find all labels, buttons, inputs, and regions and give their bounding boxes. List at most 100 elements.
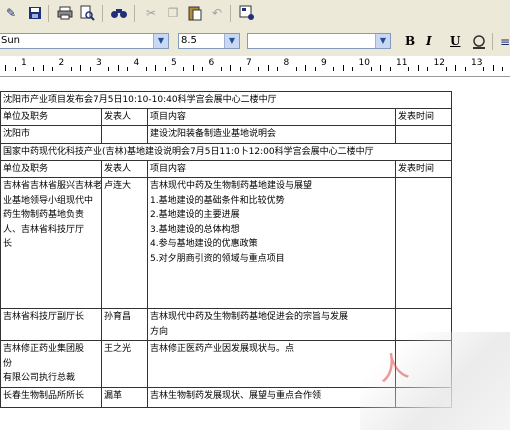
- session2-title: 国家中药现代化科技产业(吉林)基地建设说明会7月5日11:0卜12:00科学宫会…: [0, 143, 453, 161]
- ruler-tick: [333, 67, 335, 71]
- chevron-down-icon[interactable]: ▼: [153, 34, 168, 48]
- underline-button[interactable]: U: [450, 34, 460, 48]
- ruler-tick: [267, 65, 269, 71]
- cell-line: 人、吉林省科技厅厅: [3, 224, 85, 235]
- style-select[interactable]: ▼: [247, 33, 391, 49]
- ruler-tick: [108, 67, 110, 71]
- ruler-tick: [192, 65, 194, 71]
- ruler-number: 12: [433, 58, 445, 68]
- copy-icon[interactable]: ❐: [164, 4, 182, 22]
- header-time: 发表时间: [394, 160, 453, 178]
- ruler-tick: [408, 67, 410, 71]
- ruler-tick: [42, 65, 44, 71]
- header-presenter: 发表人: [101, 160, 148, 178]
- ruler-tick: [230, 65, 232, 71]
- cell-content: 建设沈阳装备制造业基地说明会: [147, 125, 396, 144]
- print-preview-icon[interactable]: [78, 4, 96, 22]
- cell-unit: 沈阳市: [0, 125, 102, 144]
- ruler-tick: [370, 67, 372, 71]
- cell-presenter: 卢连大: [101, 177, 148, 309]
- italic-button[interactable]: I: [426, 34, 432, 48]
- cell-unit: 吉林修正药业集团股 份 有限公司执行总裁: [0, 340, 102, 388]
- ruler: 1 2 3 4 5 6 7 8 9 10 11 12 13: [0, 56, 510, 77]
- ruler-tick: [14, 67, 16, 71]
- cell-line: 1.基地建设的基础条件和比较优势: [150, 195, 285, 206]
- header-unit: 单位及职务: [0, 160, 102, 178]
- ruler-tick: [202, 67, 204, 71]
- cell-presenter: 漏革: [101, 386, 148, 408]
- cell-line: 3.基地建设的总体构想: [150, 224, 240, 235]
- header-unit: 单位及职务: [0, 108, 102, 126]
- cell-line: 份: [3, 358, 13, 369]
- chevron-down-icon[interactable]: ▼: [224, 34, 239, 48]
- cut-icon[interactable]: ✂: [142, 4, 160, 22]
- ruler-number: 11: [396, 58, 408, 68]
- undo-icon[interactable]: ↶: [208, 4, 226, 22]
- ruler-tick: [70, 67, 72, 71]
- ruler-tick: [305, 65, 307, 71]
- ruler-tick: [445, 67, 447, 71]
- ruler-tick: [127, 67, 129, 71]
- find-icon[interactable]: [110, 4, 128, 22]
- paste-icon[interactable]: [186, 4, 204, 22]
- ruler-tick: [80, 65, 82, 71]
- align-left-icon[interactable]: ≡: [496, 33, 510, 51]
- header-content: 项目内容: [147, 160, 396, 178]
- cell-line: 方向: [150, 326, 169, 337]
- header-time: 发表时间: [394, 108, 453, 126]
- ruler-tick: [117, 65, 119, 71]
- ruler-tick: [33, 67, 35, 71]
- ruler-tick: [5, 65, 7, 71]
- color-icon[interactable]: [470, 33, 488, 51]
- header-presenter: 发表人: [101, 108, 148, 126]
- format-toolbar: Sun ▼ 8.5 ▼ ▼ B I U ≡: [0, 28, 510, 57]
- ruler-number: 8: [283, 58, 290, 68]
- cell-unit: 吉林省吉林省服兴吉林老工 业基地领导小组现代中 药生物制药基地负责 人、吉林省科…: [0, 177, 102, 309]
- ruler-tick: [352, 67, 354, 71]
- ruler-tick: [483, 67, 485, 71]
- cell-content: 吉林修正医药产业因发展现状与。点: [147, 340, 396, 388]
- ruler-tick: [295, 67, 297, 71]
- ruler-tick: [464, 67, 466, 71]
- ruler-tick: [427, 67, 429, 71]
- save-icon[interactable]: [26, 4, 44, 22]
- cell-line: 吉林修正药业集团股: [3, 344, 85, 354]
- ruler-tick: [502, 67, 504, 71]
- cell-presenter: 孙育昌: [101, 308, 148, 341]
- ruler-number: 3: [96, 58, 102, 68]
- session2-title-row: 国家中药现代化科技产业(吉林)基地建设说明会7月5日11:0卜12:00科学宫会…: [0, 143, 453, 161]
- cell-unit: 吉林省科技厅副厅长: [0, 308, 102, 341]
- cell-line: 吉林现代中药及生物制药基地促进会的宗旨与发展: [150, 312, 349, 322]
- cell-line: 药生物制药基地负责: [3, 210, 85, 220]
- print-icon[interactable]: [56, 4, 74, 22]
- edit-icon[interactable]: ✎: [2, 4, 20, 22]
- ruler-number: 2: [58, 58, 65, 68]
- cell-time: [394, 177, 453, 309]
- cell-line: 业基地领导小组现代中: [3, 195, 94, 206]
- table-header-row: 单位及职务 发表人 项目内容 发表时间: [0, 108, 453, 126]
- cell-line: 吉林现代中药及生物制药基地建设与展望: [150, 181, 313, 191]
- ruler-tick: [164, 67, 166, 71]
- cell-line: 4.参与基地建设的优惠政策: [150, 239, 258, 249]
- font-size-select[interactable]: 8.5 ▼: [178, 33, 240, 49]
- ruler-tick: [492, 65, 494, 71]
- bold-button[interactable]: B: [405, 34, 415, 48]
- table-row: 沈阳市 建设沈阳装备制造业基地说明会: [0, 125, 453, 144]
- cell-line: 有限公司执行总裁: [3, 373, 76, 383]
- ruler-tick: [89, 67, 91, 71]
- cell-content: 吉林现代中药及生物制药基地促进会的宗旨与发展 方向: [147, 308, 396, 341]
- table-row: 吉林省吉林省服兴吉林老工 业基地领导小组现代中 药生物制药基地负责 人、吉林省科…: [0, 177, 453, 309]
- ruler-number: 9: [321, 58, 327, 68]
- document-area: 沈阳市产业项目发布会7月5日10:10-10:40科学宫会展中心二楼中厅 单位及…: [0, 77, 510, 430]
- ruler-tick: [220, 67, 222, 71]
- session1-title-row: 沈阳市产业项目发布会7月5日10:10-10:40科学宫会展中心二楼中厅: [0, 91, 453, 109]
- ruler-tick: [380, 65, 382, 71]
- insert-object-icon[interactable]: [238, 4, 256, 22]
- font-size-value: 8.5: [181, 35, 197, 46]
- table-header-row: 单位及职务 发表人 项目内容 发表时间: [0, 160, 453, 178]
- font-name-select[interactable]: Sun ▼: [0, 33, 169, 49]
- ruler-number: 7: [246, 58, 252, 68]
- chevron-down-icon[interactable]: ▼: [375, 34, 390, 48]
- ruler-number: 4: [133, 58, 140, 68]
- cell-line: 长: [3, 239, 13, 249]
